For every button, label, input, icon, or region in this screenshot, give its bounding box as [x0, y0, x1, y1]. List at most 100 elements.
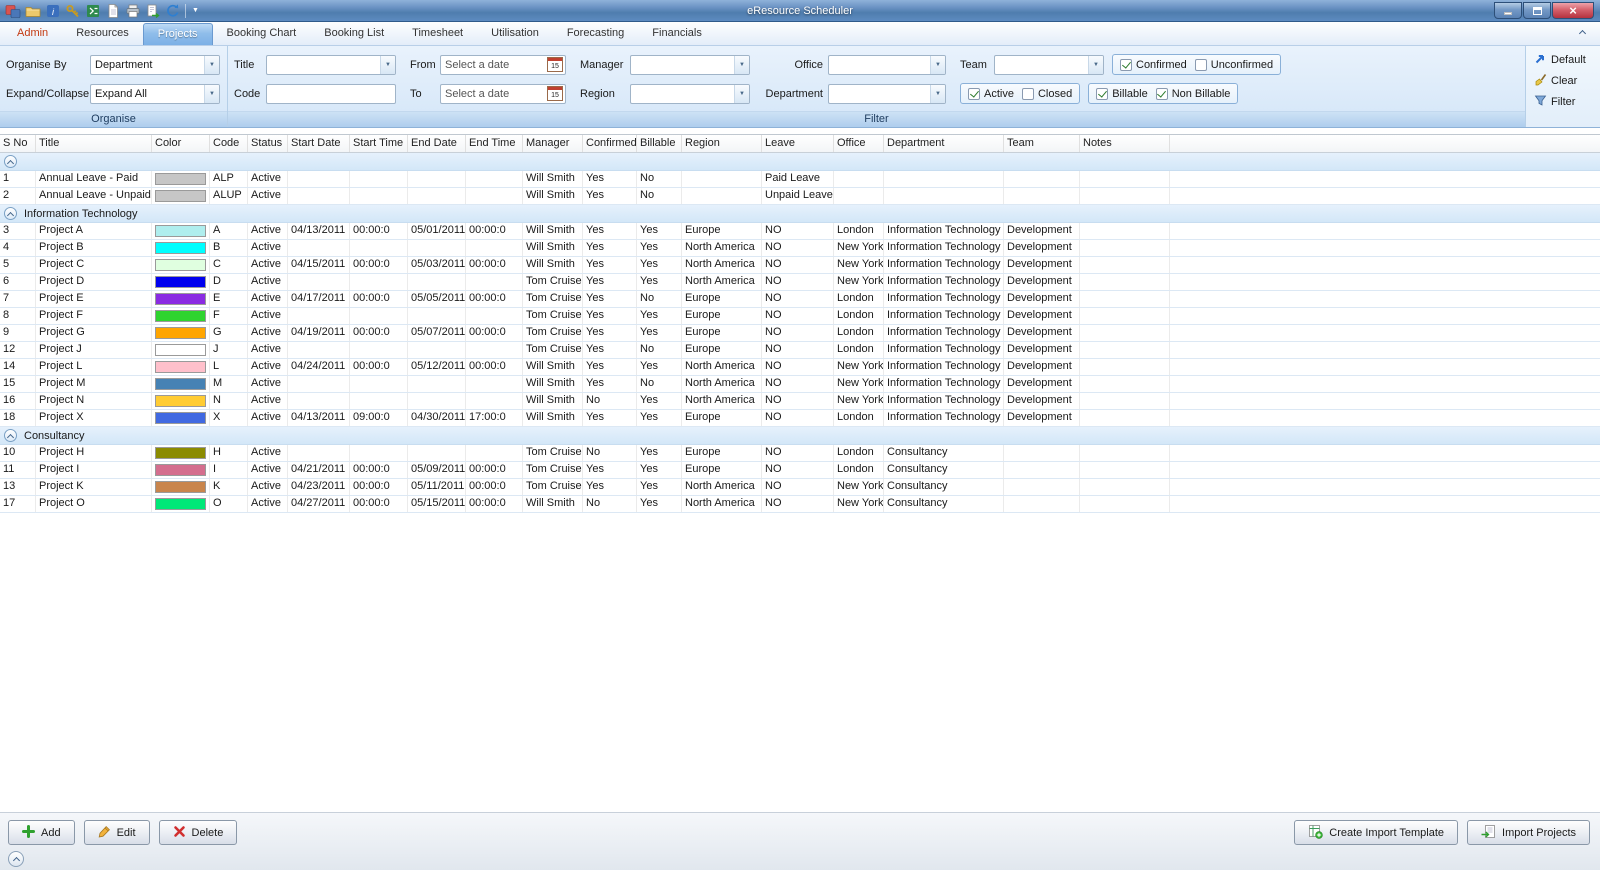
- tab-admin[interactable]: Admin: [3, 23, 62, 45]
- title-combo[interactable]: ▼: [266, 54, 396, 75]
- table-row[interactable]: 9 Project G G Active 04/19/2011 00:00:0 05/07/…: [0, 325, 1600, 342]
- active-checkbox[interactable]: Active: [968, 87, 1014, 100]
- checkbox-box[interactable]: [1120, 58, 1132, 71]
- table-row[interactable]: 15 Project M M Active Will Smith Yes No North A…: [0, 376, 1600, 393]
- collapse-group-icon[interactable]: [4, 207, 17, 220]
- table-row[interactable]: 16 Project N N Active Will Smith No Yes North A…: [0, 393, 1600, 410]
- code-input[interactable]: [266, 83, 396, 104]
- chevron-down-icon[interactable]: ▼: [380, 55, 395, 74]
- billable-checkbox[interactable]: Billable: [1096, 87, 1148, 100]
- checkbox-box[interactable]: [968, 87, 980, 100]
- quick-access-menu-icon[interactable]: ▼: [189, 7, 202, 14]
- office-select[interactable]: ▼: [828, 54, 946, 75]
- tab-projects[interactable]: Projects: [142, 23, 213, 45]
- expand-collapse-select[interactable]: Expand All ▼: [90, 83, 220, 104]
- collapse-group-icon[interactable]: [4, 155, 17, 168]
- clear-button[interactable]: Clear: [1529, 70, 1597, 91]
- filter-button[interactable]: Filter: [1529, 91, 1597, 112]
- collapse-group-icon[interactable]: [4, 429, 17, 442]
- tab-utilisation[interactable]: Utilisation: [477, 23, 553, 45]
- chevron-down-icon[interactable]: ▼: [1088, 55, 1103, 74]
- from-date-input[interactable]: Select a date 15: [440, 54, 566, 75]
- region-select[interactable]: ▼: [630, 83, 750, 104]
- team-select[interactable]: ▼: [994, 54, 1104, 75]
- tab-forecasting[interactable]: Forecasting: [553, 23, 638, 45]
- table-row[interactable]: 6 Project D D Active Tom Cruise Yes Yes North A…: [0, 274, 1600, 291]
- column-header-leave[interactable]: Leave: [762, 135, 834, 152]
- calendar-icon[interactable]: 15: [547, 86, 563, 101]
- excel-icon[interactable]: [83, 1, 102, 20]
- table-row[interactable]: 10 Project H H Active Tom Cruise No Yes Europe N…: [0, 445, 1600, 462]
- delete-button[interactable]: Delete: [158, 820, 238, 845]
- chevron-down-icon[interactable]: ▼: [734, 55, 749, 74]
- column-header-status[interactable]: Status: [248, 135, 288, 152]
- table-row[interactable]: 2 Annual Leave - Unpaid ALUP Active Will Smi…: [0, 188, 1600, 205]
- table-row[interactable]: 7 Project E E Active 04/17/2011 00:00:0 05/05/…: [0, 291, 1600, 308]
- column-header-notes[interactable]: Notes: [1080, 135, 1170, 152]
- chevron-down-icon[interactable]: ▼: [930, 84, 945, 103]
- column-header-billable[interactable]: Billable: [637, 135, 682, 152]
- group-row[interactable]: [0, 153, 1600, 171]
- minimize-button[interactable]: [1494, 2, 1522, 19]
- import-projects-button[interactable]: Import Projects: [1467, 820, 1590, 845]
- group-row-information-technology[interactable]: Information Technology: [0, 205, 1600, 223]
- column-header-sno[interactable]: S No: [0, 135, 36, 152]
- key-icon[interactable]: [63, 1, 82, 20]
- column-header-start_time[interactable]: Start Time: [350, 135, 408, 152]
- column-header-confirmed[interactable]: Confirmed: [583, 135, 637, 152]
- group-row-consultancy[interactable]: Consultancy: [0, 427, 1600, 445]
- edit-button[interactable]: Edit: [83, 820, 150, 845]
- manager-select[interactable]: ▼: [630, 54, 750, 75]
- to-date-input[interactable]: Select a date 15: [440, 83, 566, 104]
- table-row[interactable]: 5 Project C C Active 04/15/2011 00:00:0 05/03/…: [0, 257, 1600, 274]
- close-button[interactable]: ×: [1552, 2, 1594, 19]
- column-header-start_date[interactable]: Start Date: [288, 135, 350, 152]
- app-icon[interactable]: [3, 1, 22, 20]
- department-select[interactable]: ▼: [828, 83, 946, 104]
- export-icon[interactable]: [143, 1, 162, 20]
- column-header-color[interactable]: Color: [152, 135, 210, 152]
- default-button[interactable]: Default: [1529, 49, 1597, 70]
- table-row[interactable]: 14 Project L L Active 04/24/2011 00:00:0 05/12…: [0, 359, 1600, 376]
- add-button[interactable]: Add: [8, 820, 75, 845]
- chevron-down-icon[interactable]: ▼: [734, 84, 749, 103]
- column-header-region[interactable]: Region: [682, 135, 762, 152]
- chevron-down-icon[interactable]: ▼: [204, 55, 219, 74]
- column-header-end_time[interactable]: End Time: [466, 135, 523, 152]
- tab-resources[interactable]: Resources: [62, 23, 143, 45]
- chevron-down-icon[interactable]: ▼: [930, 55, 945, 74]
- table-row[interactable]: 18 Project X X Active 04/13/2011 09:00:0 04/30…: [0, 410, 1600, 427]
- closed-checkbox[interactable]: Closed: [1021, 87, 1072, 100]
- print-icon[interactable]: [123, 1, 142, 20]
- column-header-title[interactable]: Title: [36, 135, 152, 152]
- table-row[interactable]: 11 Project I I Active 04/21/2011 00:00:0 05/09…: [0, 462, 1600, 479]
- info-icon[interactable]: i: [43, 1, 62, 20]
- checkbox-box[interactable]: [1155, 87, 1168, 100]
- table-row[interactable]: 12 Project J J Active Tom Cruise Yes No Europe N…: [0, 342, 1600, 359]
- tab-financials[interactable]: Financials: [638, 23, 716, 45]
- column-header-code[interactable]: Code: [210, 135, 248, 152]
- table-row[interactable]: 4 Project B B Active Will Smith Yes Yes North A…: [0, 240, 1600, 257]
- checkbox-box[interactable]: [1194, 58, 1207, 71]
- table-row[interactable]: 1 Annual Leave - Paid ALP Active Will Smith Y…: [0, 171, 1600, 188]
- confirmed-checkbox[interactable]: Confirmed: [1120, 58, 1187, 71]
- table-row[interactable]: 8 Project F F Active Tom Cruise Yes Yes Europe N…: [0, 308, 1600, 325]
- calendar-icon[interactable]: 15: [547, 57, 563, 72]
- table-row[interactable]: 17 Project O O Active 04/27/2011 00:00:0 05/15…: [0, 496, 1600, 513]
- checkbox-box[interactable]: [1096, 87, 1109, 100]
- tab-booking-list[interactable]: Booking List: [310, 23, 398, 45]
- open-folder-icon[interactable]: [23, 1, 42, 20]
- column-header-department[interactable]: Department: [884, 135, 1004, 152]
- tab-timesheet[interactable]: Timesheet: [398, 23, 477, 45]
- tab-booking-chart[interactable]: Booking Chart: [213, 23, 311, 45]
- create-import-template-button[interactable]: Create Import Template: [1294, 820, 1459, 845]
- organise-by-select[interactable]: Department ▼: [90, 54, 220, 75]
- unconfirmed-checkbox[interactable]: Unconfirmed: [1194, 58, 1273, 71]
- new-document-icon[interactable]: [103, 1, 122, 20]
- collapse-panel-icon[interactable]: [8, 851, 24, 867]
- table-row[interactable]: 13 Project K K Active 04/23/2011 00:00:0 05/11…: [0, 479, 1600, 496]
- table-row[interactable]: 3 Project A A Active 04/13/2011 00:00:0 05/01/…: [0, 223, 1600, 240]
- column-header-office[interactable]: Office: [834, 135, 884, 152]
- maximize-button[interactable]: [1523, 2, 1551, 19]
- non-billable-checkbox[interactable]: Non Billable: [1155, 87, 1230, 100]
